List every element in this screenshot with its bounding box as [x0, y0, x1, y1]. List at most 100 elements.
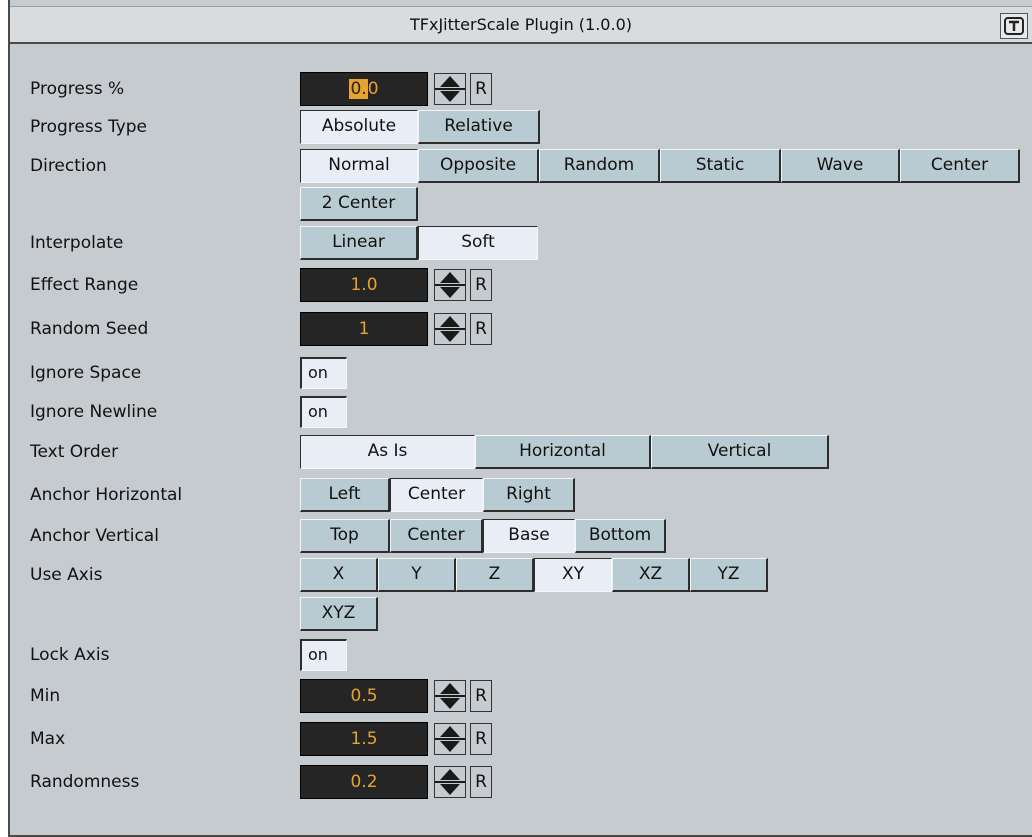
- text-order-as-is[interactable]: As Is: [300, 435, 475, 469]
- direction-static[interactable]: Static: [660, 149, 781, 183]
- label-progress-type: Progress Type: [30, 117, 147, 137]
- progress-value-rest: 0: [367, 79, 379, 99]
- plugin-icon[interactable]: [1000, 13, 1028, 39]
- arrow-up-icon[interactable]: [440, 726, 460, 737]
- row-anchor-vertical: Anchor Vertical Top Center Base Bottom: [10, 519, 1030, 553]
- use-axis-yz[interactable]: YZ: [690, 558, 768, 592]
- row-anchor-horizontal: Anchor Horizontal Left Center Right: [10, 478, 1030, 512]
- label-interpolate: Interpolate: [30, 233, 124, 253]
- text-order-vertical[interactable]: Vertical: [651, 435, 829, 469]
- ignore-space-toggle[interactable]: on: [300, 357, 347, 389]
- effect-range-spinner[interactable]: [434, 269, 466, 301]
- row-text-order: Text Order As Is Horizontal Vertical: [10, 435, 1030, 469]
- row-interpolate: Interpolate Linear Soft: [10, 226, 1030, 260]
- progress-reset-button[interactable]: R: [470, 73, 492, 105]
- anchor-horizontal-right[interactable]: Right: [483, 478, 575, 512]
- plugin-panel: TFxJitterScale Plugin (1.0.0) Progress %…: [8, 0, 1032, 837]
- row-lock-axis: Lock Axis on: [10, 638, 1030, 672]
- text-order-horizontal[interactable]: Horizontal: [475, 435, 651, 469]
- row-min: Min 0.5 R: [10, 679, 1030, 713]
- row-direction-2: 2 Center: [10, 187, 1030, 221]
- use-axis-x[interactable]: X: [300, 558, 378, 592]
- random-seed-reset-button[interactable]: R: [470, 313, 492, 345]
- interpolate-soft[interactable]: Soft: [418, 226, 538, 260]
- label-anchor-vertical: Anchor Vertical: [30, 526, 159, 546]
- label-ignore-newline: Ignore Newline: [30, 402, 158, 422]
- arrow-down-icon[interactable]: [440, 741, 460, 752]
- arrow-down-icon[interactable]: [440, 287, 460, 298]
- max-spinner[interactable]: [434, 723, 466, 755]
- label-random-seed: Random Seed: [30, 319, 149, 339]
- direction-normal[interactable]: Normal: [300, 149, 418, 183]
- row-ignore-space: Ignore Space on: [10, 356, 1030, 390]
- panel-title: TFxJitterScale Plugin (1.0.0): [410, 15, 632, 34]
- interpolate-linear[interactable]: Linear: [300, 226, 418, 260]
- progress-type-absolute[interactable]: Absolute: [300, 110, 418, 144]
- panel-titlebar: TFxJitterScale Plugin (1.0.0): [10, 6, 1032, 44]
- effect-range-reset-button[interactable]: R: [470, 269, 492, 301]
- label-min: Min: [30, 686, 61, 706]
- arrow-down-icon[interactable]: [440, 784, 460, 795]
- use-axis-xz[interactable]: XZ: [612, 558, 690, 592]
- arrow-up-icon[interactable]: [440, 769, 460, 780]
- direction-random[interactable]: Random: [539, 149, 660, 183]
- anchor-vertical-top[interactable]: Top: [300, 519, 390, 553]
- randomness-reset-button[interactable]: R: [470, 766, 492, 798]
- progress-spinner[interactable]: [434, 73, 466, 105]
- label-text-order: Text Order: [30, 442, 119, 462]
- row-progress: Progress % 0.0 R: [10, 72, 1030, 106]
- anchor-vertical-base[interactable]: Base: [483, 519, 575, 553]
- randomness-input[interactable]: 0.2: [300, 765, 428, 799]
- label-progress: Progress %: [30, 79, 125, 99]
- use-axis-xyz[interactable]: XYZ: [300, 597, 378, 631]
- arrow-down-icon[interactable]: [440, 91, 460, 102]
- arrow-down-icon[interactable]: [440, 331, 460, 342]
- label-ignore-space: Ignore Space: [30, 363, 142, 383]
- row-direction: Direction Normal Opposite Random Static …: [10, 149, 1030, 183]
- randomness-spinner[interactable]: [434, 766, 466, 798]
- anchor-vertical-center[interactable]: Center: [390, 519, 483, 553]
- direction-opposite[interactable]: Opposite: [418, 149, 539, 183]
- row-ignore-newline: Ignore Newline on: [10, 395, 1030, 429]
- arrow-down-icon[interactable]: [440, 698, 460, 709]
- label-max: Max: [30, 729, 66, 749]
- label-effect-range: Effect Range: [30, 275, 139, 295]
- row-progress-type: Progress Type Absolute Relative: [10, 110, 1030, 144]
- progress-type-relative[interactable]: Relative: [418, 110, 540, 144]
- max-reset-button[interactable]: R: [470, 723, 492, 755]
- anchor-horizontal-left[interactable]: Left: [300, 478, 390, 512]
- random-seed-spinner[interactable]: [434, 313, 466, 345]
- direction-2-center[interactable]: 2 Center: [300, 187, 418, 221]
- label-use-axis: Use Axis: [30, 565, 103, 585]
- random-seed-input[interactable]: 1: [300, 312, 428, 346]
- label-anchor-horizontal: Anchor Horizontal: [30, 485, 183, 505]
- lock-axis-toggle[interactable]: on: [300, 639, 347, 671]
- anchor-horizontal-center[interactable]: Center: [390, 478, 483, 512]
- label-randomness: Randomness: [30, 772, 140, 792]
- effect-range-input[interactable]: 1.0: [300, 268, 428, 302]
- ignore-newline-toggle[interactable]: on: [300, 396, 347, 428]
- min-spinner[interactable]: [434, 680, 466, 712]
- progress-input[interactable]: 0.0: [300, 72, 428, 106]
- row-effect-range: Effect Range 1.0 R: [10, 268, 1030, 302]
- arrow-up-icon[interactable]: [440, 272, 460, 283]
- row-use-axis: Use Axis X Y Z XY XZ YZ: [10, 558, 1030, 592]
- arrow-up-icon[interactable]: [440, 76, 460, 87]
- min-input[interactable]: 0.5: [300, 679, 428, 713]
- use-axis-xy[interactable]: XY: [534, 558, 612, 592]
- label-lock-axis: Lock Axis: [30, 645, 110, 665]
- use-axis-y[interactable]: Y: [378, 558, 456, 592]
- use-axis-z[interactable]: Z: [456, 558, 534, 592]
- min-reset-button[interactable]: R: [470, 680, 492, 712]
- row-use-axis-2: XYZ: [10, 597, 1030, 631]
- direction-center[interactable]: Center: [900, 149, 1020, 183]
- progress-value-selected: 0.: [349, 79, 368, 99]
- anchor-vertical-bottom[interactable]: Bottom: [575, 519, 666, 553]
- max-input[interactable]: 1.5: [300, 722, 428, 756]
- row-randomness: Randomness 0.2 R: [10, 765, 1030, 799]
- arrow-up-icon[interactable]: [440, 683, 460, 694]
- direction-wave[interactable]: Wave: [781, 149, 900, 183]
- row-random-seed: Random Seed 1 R: [10, 312, 1030, 346]
- arrow-up-icon[interactable]: [440, 316, 460, 327]
- label-direction: Direction: [30, 156, 107, 176]
